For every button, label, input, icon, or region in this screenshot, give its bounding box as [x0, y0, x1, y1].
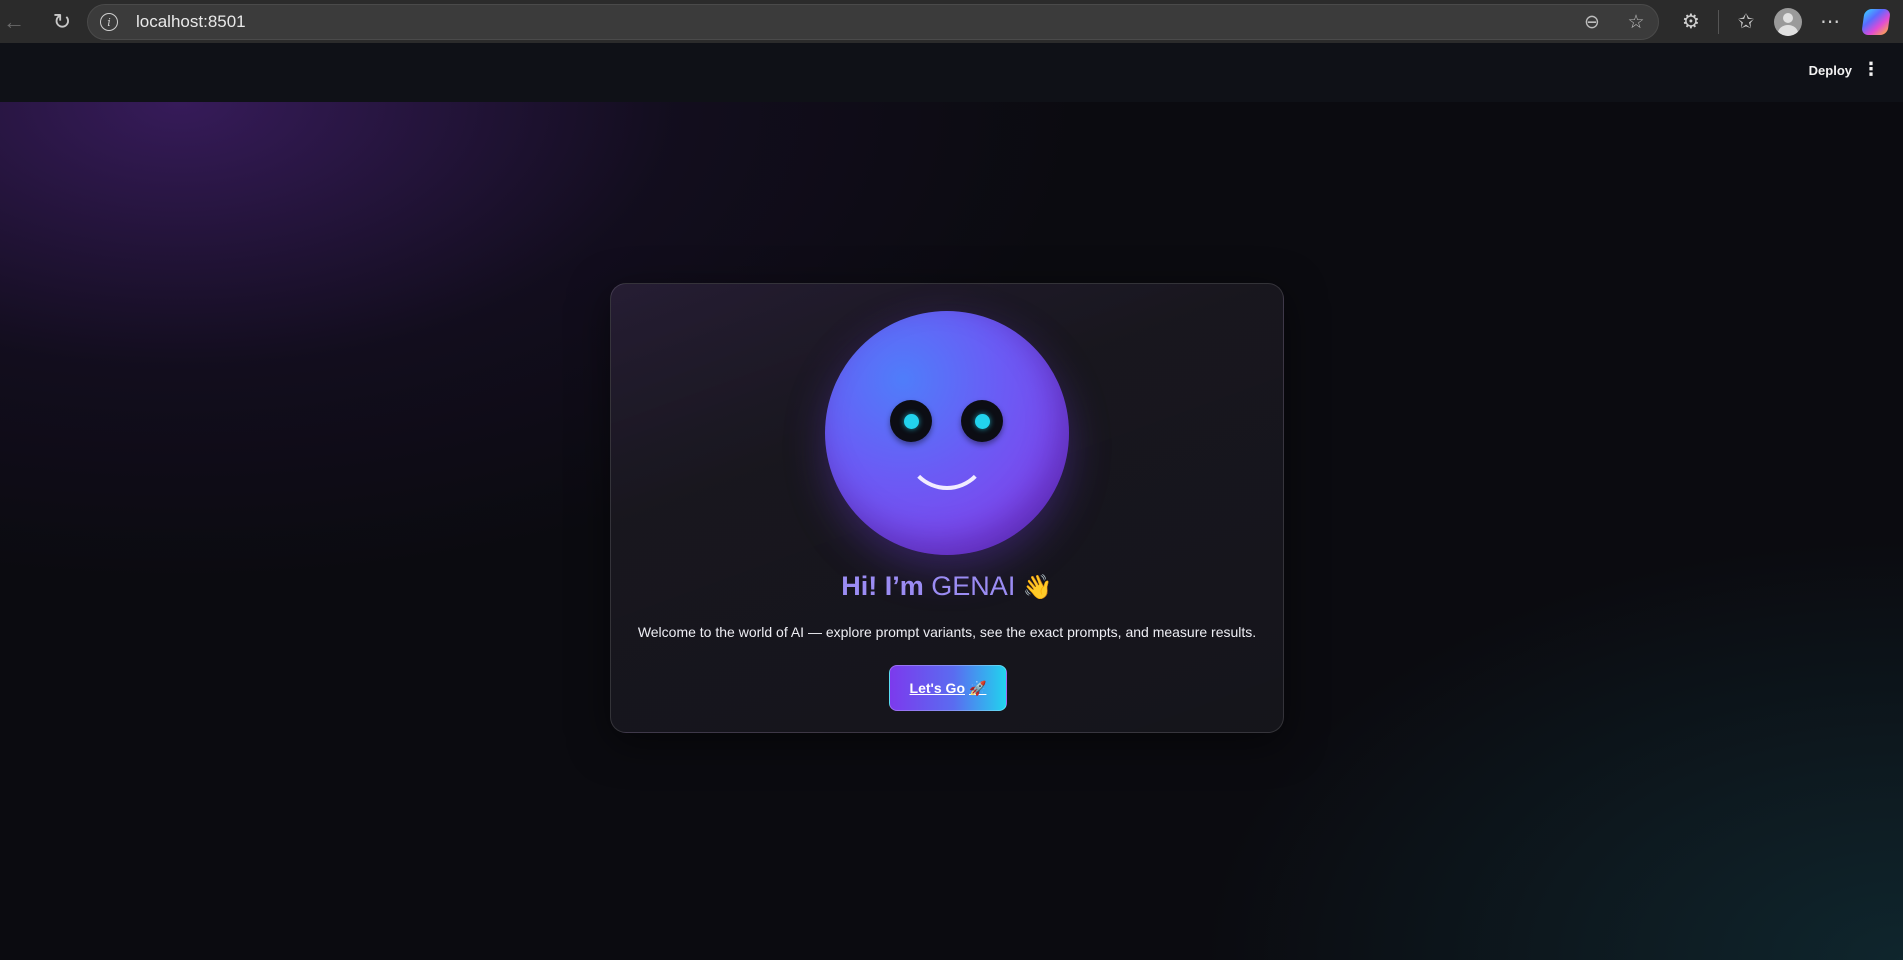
main-menu-icon[interactable]: ⋮: [1862, 60, 1880, 78]
profile-icon[interactable]: [1774, 7, 1802, 36]
address-bar[interactable]: i localhost:8501 ⊖ ☆: [87, 4, 1659, 40]
smile-mouth: [905, 406, 989, 490]
rocket-icon[interactable]: 🚀: [969, 680, 986, 697]
deploy-button[interactable]: Deploy: [1809, 63, 1852, 78]
url-text[interactable]: localhost:8501: [136, 12, 246, 32]
lets-go-button[interactable]: Let's Go 🚀: [889, 665, 1007, 711]
favorites-icon[interactable]: ✩: [1725, 9, 1767, 34]
more-icon[interactable]: ⋯: [1809, 9, 1851, 34]
browser-toolbar: ← ↻ i localhost:8501 ⊖ ☆ ⚙ ✩ ⋯: [0, 0, 1903, 43]
star-icon[interactable]: ☆: [1624, 11, 1648, 34]
main-area: Hi! I’m GENAI 👋 Welcome to the world of …: [0, 102, 1903, 960]
app-header: Deploy ⋮: [0, 43, 1903, 102]
extensions-icon[interactable]: ⚙: [1670, 9, 1712, 34]
lets-go-label[interactable]: Let's Go: [910, 680, 965, 696]
back-arrow-icon[interactable]: ←: [0, 2, 28, 42]
copilot-icon[interactable]: [1861, 8, 1891, 35]
zoom-out-icon[interactable]: ⊖: [1580, 11, 1604, 34]
toolbar-divider: [1718, 9, 1719, 34]
hero-title-greeting: Hi! I’m: [841, 571, 924, 601]
reload-icon[interactable]: ↻: [42, 2, 82, 42]
hero-title-name: GENAI: [931, 571, 1016, 601]
welcome-card: Hi! I’m GENAI 👋 Welcome to the world of …: [610, 283, 1284, 733]
info-icon[interactable]: i: [100, 13, 118, 31]
wave-icon: 👋: [1022, 574, 1053, 601]
hero-title: Hi! I’m GENAI 👋: [611, 571, 1283, 602]
hero-subtitle: Welcome to the world of AI — explore pro…: [637, 624, 1257, 640]
robot-face-avatar: [825, 311, 1069, 555]
